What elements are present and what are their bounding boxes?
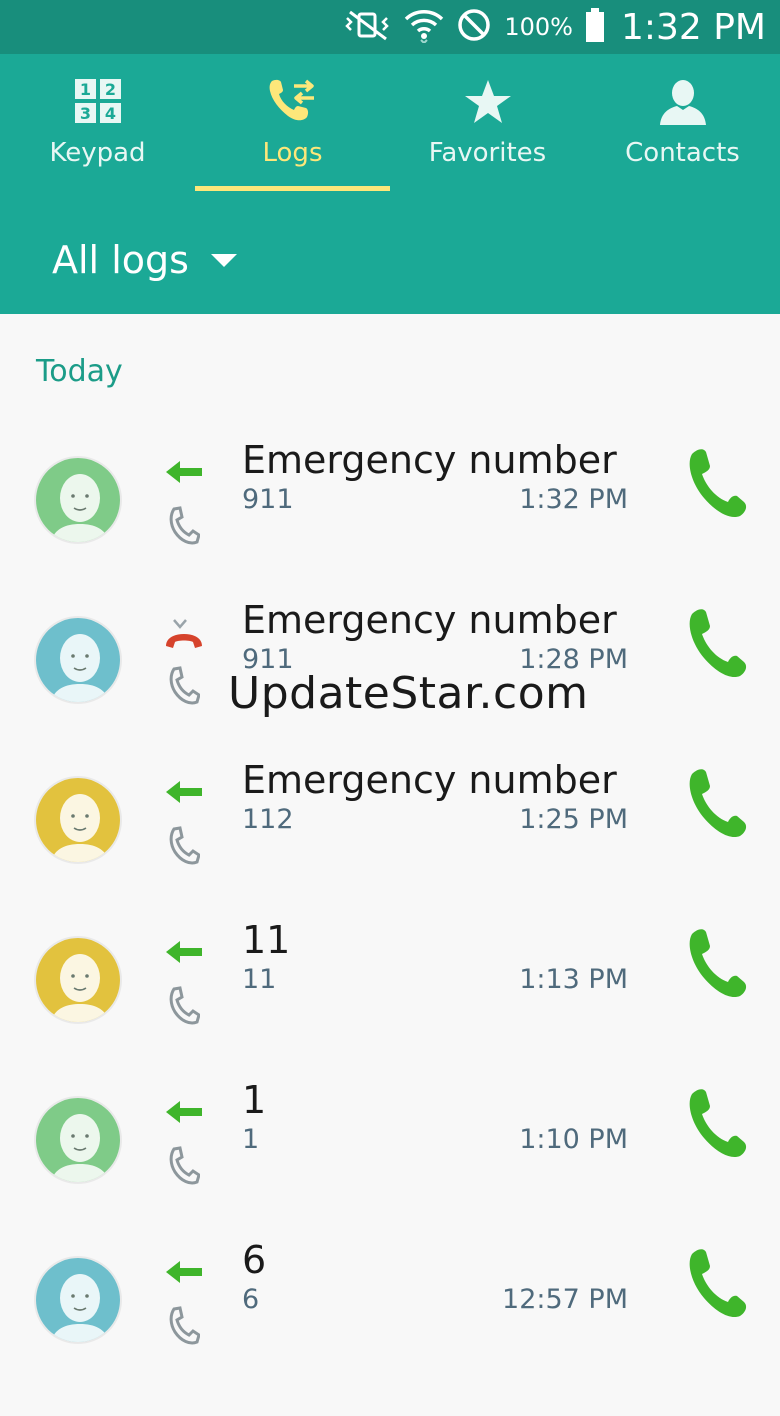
tab-logs[interactable]: Logs — [195, 54, 390, 194]
status-icons: 100% 1:32 PM — [344, 0, 766, 54]
log-time: 1:13 PM — [519, 964, 628, 995]
log-contact-name: Emergency number — [242, 438, 617, 482]
voice-call-icon — [168, 1306, 201, 1346]
svg-text:2: 2 — [104, 80, 115, 99]
section-title-today: Today — [36, 354, 123, 389]
voice-call-icon — [168, 826, 201, 866]
logs-filter-dropdown[interactable]: All logs — [52, 230, 237, 290]
call-button[interactable] — [688, 926, 748, 998]
call-log-row[interactable]: Emergency number 112 1:25 PM — [0, 758, 780, 936]
tab-keypad-label: Keypad — [49, 138, 146, 168]
call-button[interactable] — [688, 446, 748, 518]
call-log-row[interactable]: Emergency number 911 1:32 PM — [0, 438, 780, 616]
log-phone-number: 112 — [242, 804, 294, 835]
log-phone-number: 911 — [242, 484, 294, 515]
voice-call-icon — [168, 666, 201, 706]
avatar — [34, 456, 122, 544]
outgoing-call-arrow-icon — [164, 1096, 204, 1132]
app-header: 1 2 3 4 Keypad Logs Favorites Contacts A… — [0, 54, 780, 314]
tab-logs-label: Logs — [262, 138, 323, 168]
tab-favorites[interactable]: Favorites — [390, 54, 585, 194]
status-bar: 100% 1:32 PM — [0, 0, 780, 54]
log-time: 1:10 PM — [519, 1124, 628, 1155]
tab-keypad[interactable]: 1 2 3 4 Keypad — [0, 54, 195, 194]
svg-text:1: 1 — [79, 80, 90, 99]
log-phone-number: 1 — [242, 1124, 260, 1155]
outgoing-call-arrow-icon — [164, 936, 204, 972]
log-phone-number: 11 — [242, 964, 277, 995]
log-time: 1:25 PM — [519, 804, 628, 835]
call-logs-icon — [268, 78, 318, 126]
svg-text:3: 3 — [79, 104, 90, 123]
call-log-row[interactable]: 6 6 12:57 PM — [0, 1238, 780, 1416]
tab-contacts-label: Contacts — [625, 138, 740, 168]
do-not-disturb-icon — [456, 7, 492, 47]
status-clock: 1:32 PM — [620, 6, 766, 48]
dropdown-caret-icon — [210, 253, 237, 267]
outgoing-call-arrow-icon — [164, 1256, 204, 1292]
call-log-row[interactable]: 1 1 1:10 PM — [0, 1078, 780, 1256]
avatar — [34, 1256, 122, 1344]
active-tab-indicator — [195, 186, 390, 191]
avatar — [34, 616, 122, 704]
log-phone-number: 6 — [242, 1284, 260, 1315]
avatar — [34, 1096, 122, 1184]
log-contact-name: 11 — [242, 918, 291, 962]
outgoing-call-arrow-icon — [164, 456, 204, 492]
avatar — [34, 776, 122, 864]
call-button[interactable] — [688, 766, 748, 838]
avatar — [34, 936, 122, 1024]
log-time: 1:32 PM — [519, 484, 628, 515]
voice-call-icon — [168, 1146, 201, 1186]
call-button[interactable] — [688, 1086, 748, 1158]
log-time: 12:57 PM — [502, 1284, 628, 1315]
tab-favorites-label: Favorites — [428, 138, 547, 168]
svg-text:4: 4 — [104, 104, 115, 123]
voice-call-icon — [168, 506, 201, 546]
battery-icon — [585, 8, 605, 46]
log-contact-name: Emergency number — [242, 598, 617, 642]
voice-call-icon — [168, 986, 201, 1026]
keypad-icon: 1 2 3 4 — [74, 78, 122, 126]
rejected-call-icon — [164, 616, 204, 652]
vibrate-mute-icon — [344, 9, 392, 45]
outgoing-call-arrow-icon — [164, 776, 204, 812]
log-contact-name: 6 — [242, 1238, 267, 1282]
logs-filter-label: All logs — [52, 238, 189, 282]
star-icon — [464, 78, 512, 126]
log-contact-name: 1 — [242, 1078, 267, 1122]
call-button[interactable] — [688, 606, 748, 678]
log-contact-name: Emergency number — [242, 758, 617, 802]
person-icon — [659, 78, 707, 126]
battery-percent: 100% — [504, 13, 573, 41]
wifi-icon — [404, 7, 444, 47]
call-log-row[interactable]: 11 11 1:13 PM — [0, 918, 780, 1096]
watermark: UpdateStar.com — [228, 668, 589, 719]
tab-contacts[interactable]: Contacts — [585, 54, 780, 194]
call-button[interactable] — [688, 1246, 748, 1318]
